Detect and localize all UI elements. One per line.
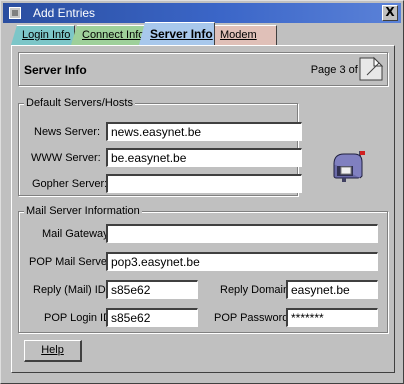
tab-login-info[interactable]: Login Info	[11, 25, 75, 45]
reply-domain-label: Reply Domain:	[220, 284, 293, 296]
tab-label: Connect Info	[82, 29, 145, 41]
page-title: Server Info	[24, 63, 87, 77]
mail-gateway-label: Mail Gateway:	[42, 228, 112, 240]
tab-strip: Login Info Connect Info Modem Info Serve…	[11, 22, 391, 46]
www-server-label: WWW Server:	[31, 152, 101, 164]
window-title: Add Entries	[33, 6, 96, 20]
reply-mail-id-label: Reply (Mail) ID:	[33, 284, 109, 296]
pop-password-label: POP Password:	[214, 312, 292, 324]
help-button[interactable]: Help	[24, 340, 82, 362]
page-header: Server Info Page 3 of 4	[18, 52, 388, 86]
pop-password-field[interactable]: *******	[286, 308, 378, 327]
pop-login-id-label: POP Login ID:	[44, 312, 115, 324]
pop-login-id-field[interactable]: s85e62	[106, 308, 198, 327]
page-corner-icon[interactable]	[357, 55, 385, 83]
reply-domain-field[interactable]: easynet.be	[286, 280, 378, 299]
group-label: Default Servers/Hosts	[24, 97, 135, 109]
close-button[interactable]: X	[382, 5, 398, 21]
gopher-server-field[interactable]	[106, 174, 302, 193]
help-button-label: Help	[41, 344, 64, 356]
title-bar[interactable]: Add Entries X	[3, 3, 401, 23]
pop-mail-server-label: POP Mail Server:	[29, 256, 114, 268]
gopher-server-label: Gopher Server:	[32, 178, 108, 190]
add-entries-window: Add Entries X Login Info Connect Info Mo…	[0, 0, 404, 384]
reply-mail-id-field[interactable]: s85e62	[106, 280, 198, 299]
group-label: Mail Server Information	[24, 205, 142, 217]
mailbox-icon	[333, 151, 365, 182]
tab-label: Server Info	[150, 27, 213, 41]
app-icon	[9, 7, 21, 19]
pop-mail-server-field[interactable]: pop3.easynet.be	[106, 252, 378, 271]
server-info-panel: Server Info Page 3 of 4 Default Servers/…	[11, 45, 395, 373]
tab-connect-info[interactable]: Connect Info	[71, 25, 147, 45]
news-server-label: News Server:	[34, 126, 101, 138]
tab-label: Login Info	[22, 29, 71, 41]
mail-gateway-field[interactable]	[106, 224, 378, 243]
www-server-field[interactable]: be.easynet.be	[106, 148, 302, 167]
tab-modem-info[interactable]: Modem Info	[209, 25, 277, 45]
tab-server-info[interactable]: Server Info	[139, 22, 215, 45]
news-server-field[interactable]: news.easynet.be	[106, 122, 302, 141]
